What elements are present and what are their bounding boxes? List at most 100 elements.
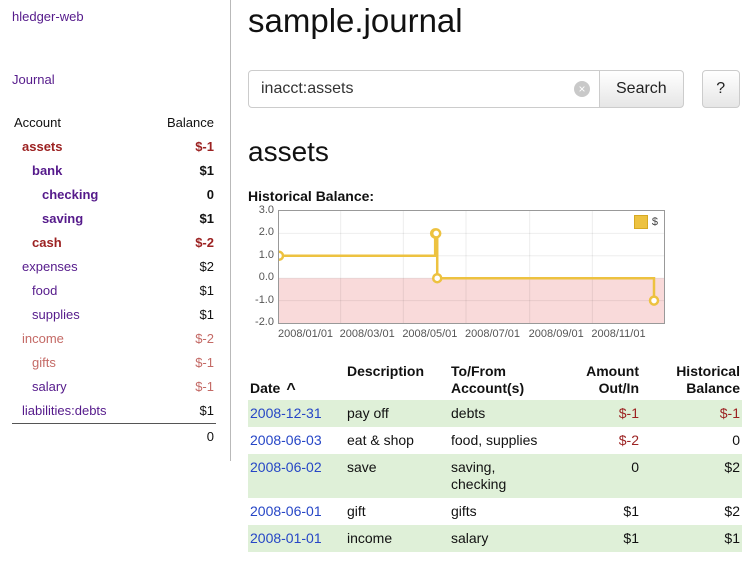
account-link-supplies[interactable]: supplies [14, 306, 80, 323]
register-table: Date ^ Description To/From Account(s) Amo… [248, 360, 742, 552]
sidebar-item-journal[interactable]: Journal [12, 72, 216, 87]
account-balance: $-1 [195, 138, 214, 155]
legend-label: $ [652, 216, 658, 228]
accounts-table: Account Balance assets $-1 bank $1 check… [12, 111, 216, 449]
chart-x-axis: 2008/01/012008/03/012008/05/012008/07/01… [278, 326, 663, 342]
y-axis-tick-label: 3.0 [248, 204, 274, 216]
y-axis-tick-label: 1.0 [248, 249, 274, 261]
account-link-cash[interactable]: cash [14, 234, 62, 251]
y-axis-tick-label: 0.0 [248, 271, 274, 283]
account-link-saving[interactable]: saving [14, 210, 83, 227]
accounts-cell: gifts [449, 498, 579, 525]
help-button[interactable]: ? [702, 70, 740, 108]
account-balance: $1 [200, 210, 214, 227]
description-cell: pay off [345, 400, 449, 427]
sidebar-account-row: salary $-1 [12, 375, 216, 399]
sort-ascending-icon: ^ [286, 381, 295, 398]
balance-cell: $1 [641, 525, 742, 552]
account-balance: $-2 [195, 234, 214, 251]
account-balance: $-2 [195, 330, 214, 347]
sidebar-account-row: saving $1 [12, 207, 216, 231]
sidebar-account-row: supplies $1 [12, 303, 216, 327]
accounts-cell: food, supplies [449, 427, 579, 454]
sidebar-account-row: food $1 [12, 279, 216, 303]
register-header-description: Description [345, 360, 449, 400]
sidebar-account-row: liabilities:debts $1 [12, 399, 216, 423]
balance-cell: $2 [641, 454, 742, 498]
app-title-link[interactable]: hledger-web [12, 9, 84, 24]
date-link[interactable]: 2008-12-31 [250, 405, 322, 421]
register-row: 2008-06-02 save saving, checking 0 $2 [248, 454, 742, 498]
x-axis-tick-label: 2008/07/01 [465, 328, 526, 340]
account-link-expenses[interactable]: expenses [14, 258, 78, 275]
description-cell: income [345, 525, 449, 552]
account-link-bank[interactable]: bank [14, 162, 62, 179]
historical-balance-chart: 3.02.01.00.0-1.0-2.0 $ 2008/01/012008/03… [248, 210, 742, 350]
sidebar-account-row: gifts $-1 [12, 351, 216, 375]
main-content: sample.journal × Search ? assets Histori… [248, 0, 742, 552]
register-row: 2008-01-01 income salary $1 $1 [248, 525, 742, 552]
accounts-cell: salary [449, 525, 579, 552]
search-input[interactable] [248, 70, 600, 108]
chart-y-axis: 3.02.01.00.0-1.0-2.0 [248, 210, 274, 322]
register-header-balance: Historical Balance [641, 360, 742, 400]
register-header-amount: Amount Out/In [579, 360, 641, 400]
account-balance: $-1 [195, 378, 214, 395]
sidebar-account-row: assets $-1 [12, 135, 216, 159]
sidebar: hledger-web Journal Account Balance asse… [0, 0, 231, 461]
page-title: sample.journal [248, 2, 742, 40]
sidebar-account-row: expenses $2 [12, 255, 216, 279]
balance-cell: $2 [641, 498, 742, 525]
legend-swatch [634, 215, 648, 229]
balance-cell: $-1 [641, 400, 742, 427]
search-button[interactable]: Search [599, 70, 684, 108]
register-row: 2008-06-03 eat & shop food, supplies $-2… [248, 427, 742, 454]
x-axis-tick-label: 2008/09/01 [529, 328, 590, 340]
x-axis-tick-label: 2008/03/01 [340, 328, 401, 340]
register-row: 2008-06-01 gift gifts $1 $2 [248, 498, 742, 525]
register-header-date[interactable]: Date ^ [248, 360, 345, 400]
account-column-header: Account [14, 114, 61, 131]
date-link[interactable]: 2008-06-03 [250, 432, 322, 448]
register-header-accounts: To/From Account(s) [449, 360, 579, 400]
amount-cell: $-2 [579, 427, 641, 454]
account-link-income[interactable]: income [14, 330, 64, 347]
account-link-salary[interactable]: salary [14, 378, 67, 395]
account-link-food[interactable]: food [14, 282, 57, 299]
sidebar-account-row: checking 0 [12, 183, 216, 207]
account-balance: 0 [207, 186, 214, 203]
account-link-gifts[interactable]: gifts [14, 354, 56, 371]
balance-cell: 0 [641, 427, 742, 454]
sidebar-account-row: cash $-2 [12, 231, 216, 255]
amount-cell: $-1 [579, 400, 641, 427]
description-cell: gift [345, 498, 449, 525]
account-balance: $-1 [195, 354, 214, 371]
x-axis-tick-label: 2008/01/01 [278, 328, 339, 340]
account-link-assets[interactable]: assets [14, 138, 62, 155]
register-header: Date ^ Description To/From Account(s) Amo… [248, 360, 742, 400]
accounts-table-header: Account Balance [12, 111, 216, 135]
amount-cell: $1 [579, 525, 641, 552]
sidebar-account-row: bank $1 [12, 159, 216, 183]
account-link-liabilities-debts[interactable]: liabilities:debts [14, 402, 107, 419]
clear-search-icon[interactable]: × [574, 81, 590, 97]
description-cell: eat & shop [345, 427, 449, 454]
account-balance: $1 [200, 402, 214, 419]
x-axis-tick-label: 2008/11/01 [591, 328, 652, 340]
account-link-checking[interactable]: checking [14, 186, 98, 203]
y-axis-tick-label: 2.0 [248, 226, 274, 238]
register-row: 2008-12-31 pay off debts $-1 $-1 [248, 400, 742, 427]
date-header-label: Date [250, 380, 280, 396]
accounts-cell: saving, checking [449, 454, 579, 498]
sidebar-account-row: income $-2 [12, 327, 216, 351]
account-heading: assets [248, 136, 742, 168]
amount-cell: $1 [579, 498, 641, 525]
date-link[interactable]: 2008-06-01 [250, 503, 322, 519]
y-axis-tick-label: -2.0 [248, 316, 274, 328]
date-link[interactable]: 2008-01-01 [250, 530, 322, 546]
chart-plot-area: $ [278, 210, 665, 324]
accounts-cell: debts [449, 400, 579, 427]
date-link[interactable]: 2008-06-02 [250, 459, 322, 475]
balance-column-header: Balance [167, 114, 214, 131]
amount-cell: 0 [579, 454, 641, 498]
